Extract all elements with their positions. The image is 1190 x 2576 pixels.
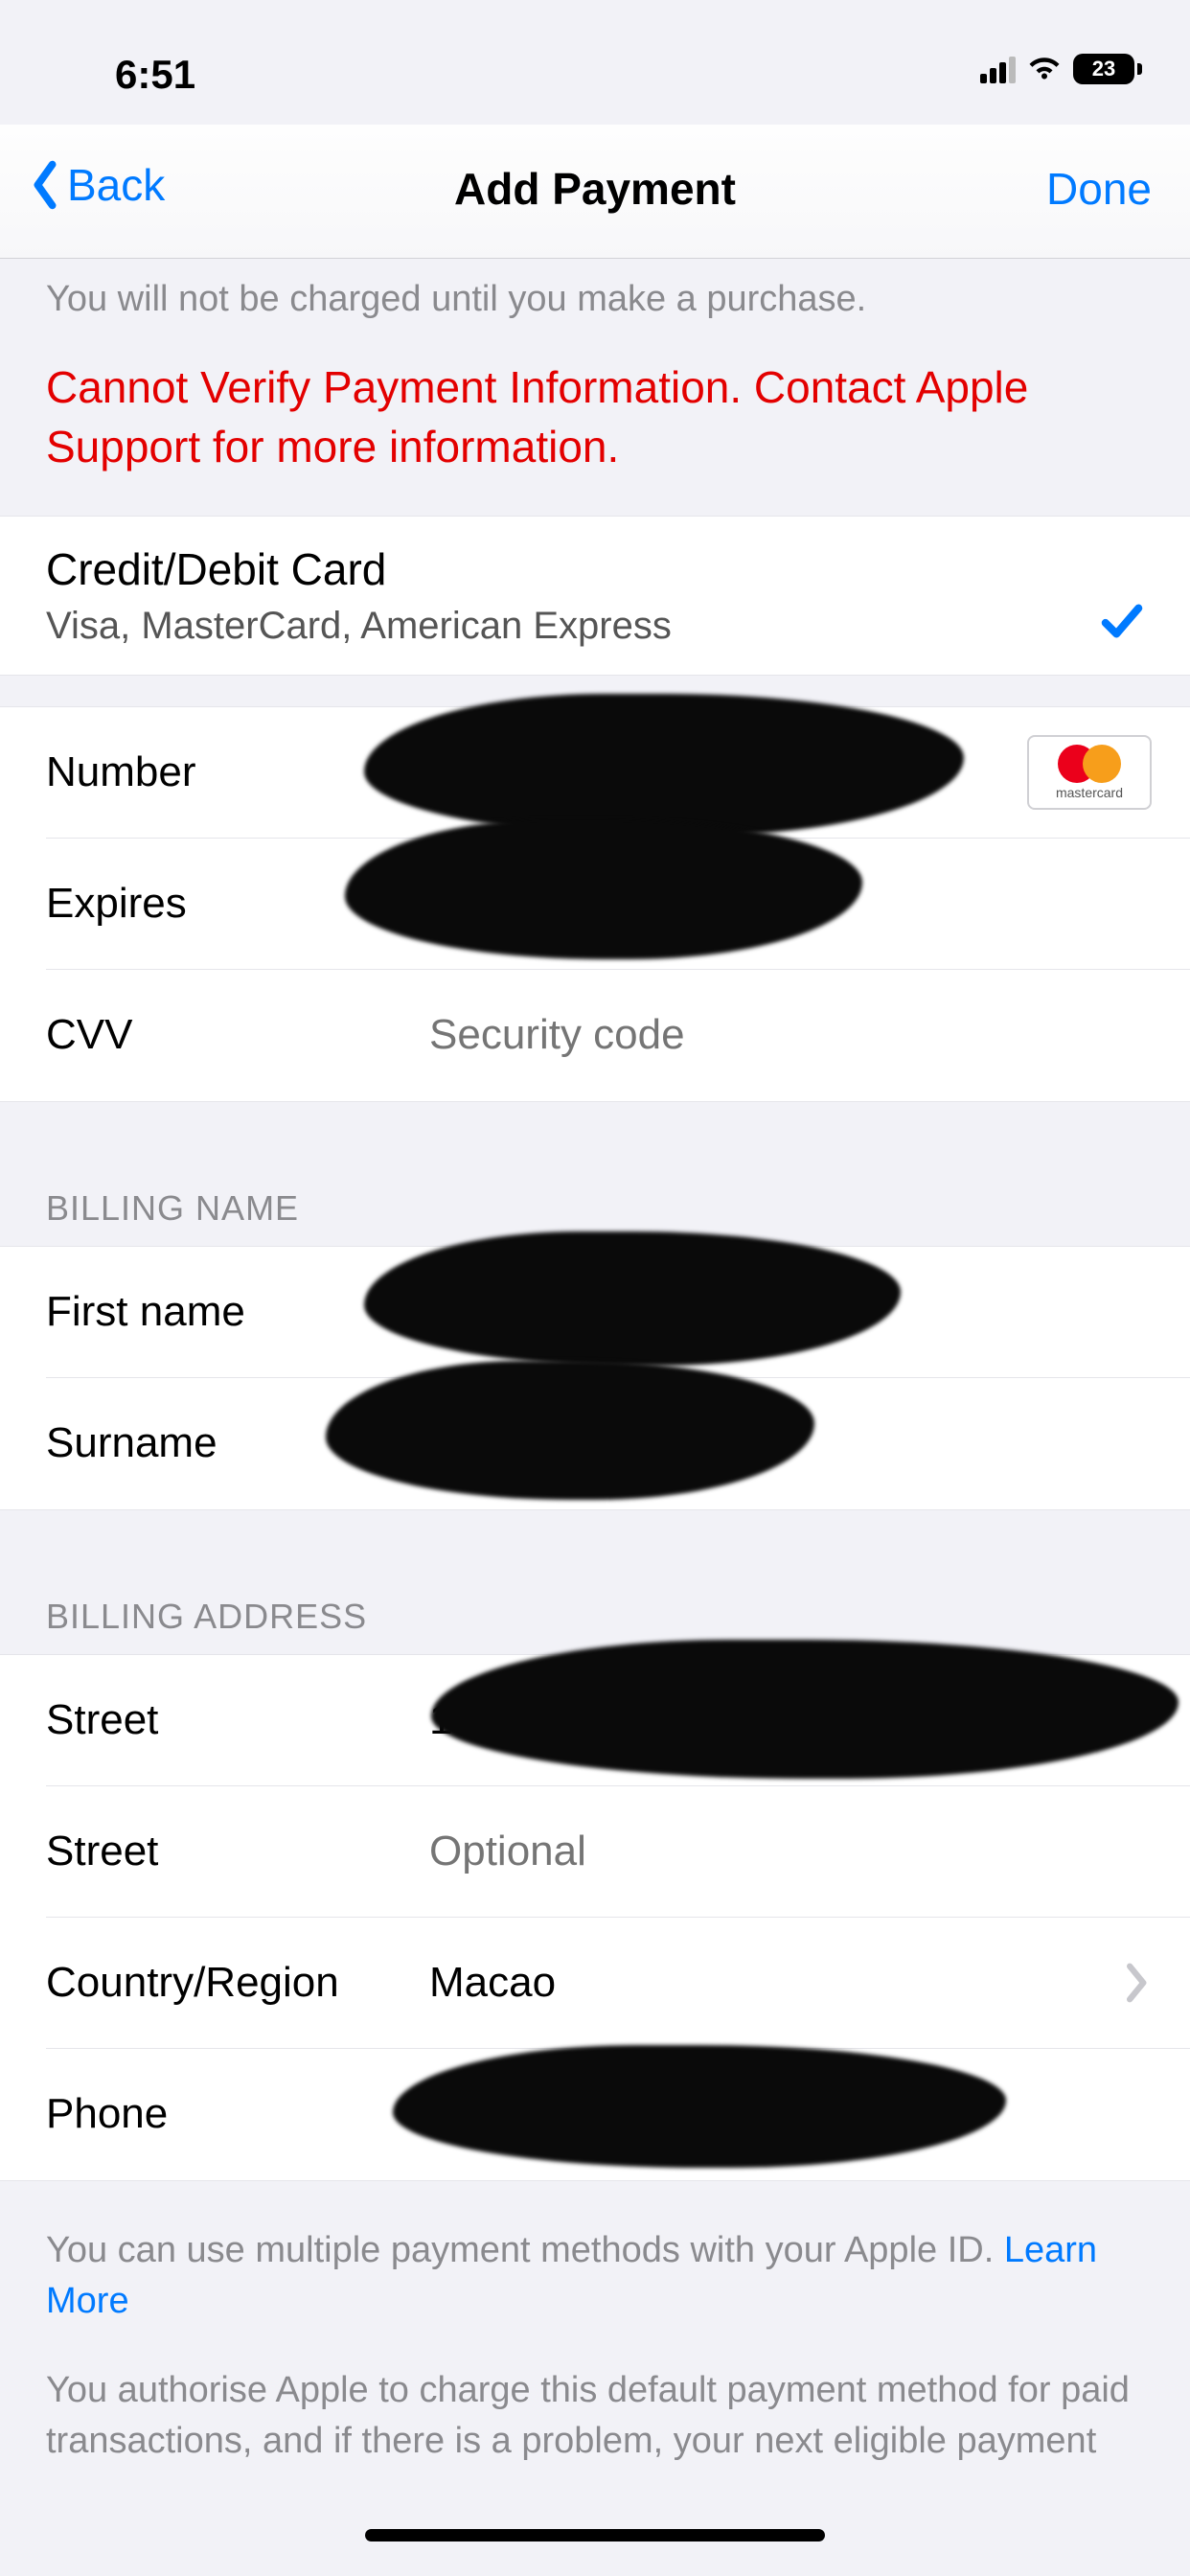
- billing-address-header: BILLING ADDRESS: [0, 1510, 1190, 1654]
- street-label: Street: [46, 1696, 429, 1744]
- country-label: Country/Region: [46, 1959, 429, 2007]
- home-indicator[interactable]: [365, 2529, 825, 2542]
- street-row[interactable]: Street: [0, 1655, 1190, 1786]
- surname-row[interactable]: Surname: [0, 1378, 1190, 1509]
- payment-method-row[interactable]: Credit/Debit Card Visa, MasterCard, Amer…: [0, 516, 1190, 676]
- battery-icon: 23: [1073, 54, 1142, 84]
- first-name-row[interactable]: First name: [0, 1247, 1190, 1378]
- billing-address-group: Street Street Country/Region Macao Phone…: [0, 1654, 1190, 2181]
- card-cvv-row[interactable]: CVV: [0, 970, 1190, 1101]
- mastercard-icon: [1058, 745, 1121, 783]
- charge-info-text: You will not be charged until you make a…: [0, 259, 1190, 334]
- billing-name-group: First name Surname: [0, 1246, 1190, 1510]
- phone-row[interactable]: Phone 00...: [0, 2049, 1190, 2180]
- page-title: Add Payment: [0, 163, 1190, 215]
- phone-label: Phone: [46, 2090, 429, 2138]
- done-button[interactable]: Done: [1046, 163, 1152, 215]
- footer-authorise-text: You authorise Apple to charge this defau…: [0, 2327, 1190, 2467]
- card-brand-badge: mastercard: [1027, 735, 1152, 810]
- street2-label: Street: [46, 1828, 429, 1875]
- error-message: Cannot Verify Payment Information. Conta…: [0, 334, 1190, 515]
- cellular-icon: [980, 55, 1016, 83]
- payment-method-subtitle: Visa, MasterCard, American Express: [46, 605, 1144, 648]
- footer-multi-payment: You can use multiple payment methods wit…: [0, 2181, 1190, 2327]
- footer-multi-text: You can use multiple payment methods wit…: [46, 2230, 1004, 2270]
- card-cvv-label: CVV: [46, 1011, 429, 1059]
- wifi-icon: [1027, 55, 1062, 83]
- mastercard-label: mastercard: [1056, 785, 1123, 800]
- country-row[interactable]: Country/Region Macao: [0, 1918, 1190, 2049]
- status-time: 6:51: [115, 52, 195, 98]
- nav-bar: Back Add Payment Done: [0, 125, 1190, 259]
- status-icons: 23: [980, 54, 1142, 84]
- battery-level: 23: [1073, 54, 1134, 84]
- chevron-right-icon: [1123, 1962, 1152, 2004]
- card-expires-row[interactable]: Expires: [0, 839, 1190, 970]
- card-cvv-input[interactable]: [429, 1011, 1144, 1059]
- status-bar: 6:51 23: [0, 0, 1190, 125]
- checkmark-icon: [1100, 599, 1144, 648]
- street2-input[interactable]: [429, 1828, 1144, 1875]
- card-details-group: Number mastercard Expires CVV: [0, 706, 1190, 1102]
- country-value: Macao: [429, 1959, 1144, 2007]
- payment-method-title: Credit/Debit Card: [46, 543, 1144, 595]
- billing-name-header: BILLING NAME: [0, 1102, 1190, 1246]
- street2-row[interactable]: Street: [0, 1786, 1190, 1918]
